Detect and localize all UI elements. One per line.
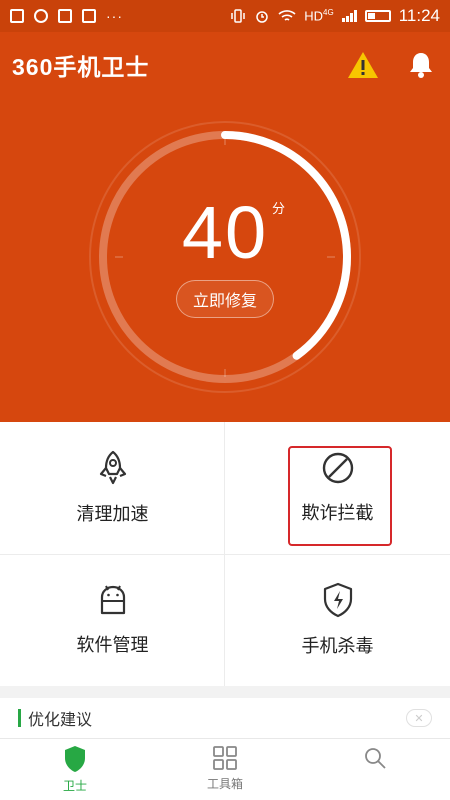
section-accent [18, 709, 21, 727]
warning-icon[interactable] [346, 48, 380, 82]
tab-toolbox[interactable]: 工具箱 [150, 745, 300, 792]
feature-label: 软件管理 [76, 635, 149, 655]
app-bar: 360手机卫士 [0, 32, 450, 98]
app-title: 360手机卫士 [12, 54, 150, 80]
section-gap [0, 686, 450, 698]
security-score: 40 [181, 191, 269, 274]
close-icon[interactable]: ✕ [406, 709, 432, 727]
rocket-icon [99, 450, 126, 485]
shield-icon [65, 746, 85, 772]
notification-icon [10, 9, 24, 23]
status-bar: ··· HD4G 11:24 [0, 0, 450, 32]
search-icon [365, 748, 386, 769]
tab-discover[interactable] [300, 745, 450, 775]
signal-icon [341, 10, 357, 22]
grid-icon [213, 746, 237, 770]
clock: 11:24 [398, 6, 440, 25]
image-icon [82, 9, 96, 23]
clean-speedup-item[interactable]: 清理加速 [0, 422, 225, 554]
feature-label: 手机杀毒 [301, 636, 374, 656]
tab-label: 卫士 [62, 779, 87, 793]
section-title: 优化建议 [28, 712, 93, 729]
antivirus-item[interactable]: 手机杀毒 [225, 554, 450, 686]
security-score-panel: 360手机卫士 40 分 立即修复 [0, 32, 450, 422]
fix-now-button[interactable]: 立即修复 [176, 280, 274, 318]
network-type: HD4G [304, 8, 334, 24]
gallery-icon [58, 9, 72, 23]
feature-grid: 清理加速 欺诈拦截 软件管理 手机杀毒 [0, 422, 450, 686]
more-notifications: ··· [106, 8, 123, 24]
software-management-item[interactable]: 软件管理 [0, 554, 225, 686]
shield-bolt-icon [323, 582, 352, 618]
alarm-icon [256, 11, 269, 23]
bottom-tab-bar: 卫士 工具箱 [0, 738, 450, 800]
battery-icon [364, 10, 391, 22]
vibrate-icon [231, 9, 246, 23]
wifi-icon [278, 10, 296, 21]
android-icon [100, 585, 125, 615]
bell-icon[interactable] [404, 48, 438, 82]
app-notification-icon [34, 9, 48, 23]
feature-label: 清理加速 [76, 504, 149, 524]
tab-guard[interactable]: 卫士 [0, 745, 150, 794]
score-unit: 分 [272, 201, 286, 216]
highlight-box [288, 446, 392, 546]
score-dial: 40 分 立即修复 [80, 112, 370, 402]
tab-label: 工具箱 [206, 777, 243, 791]
optimization-suggestions-header: 优化建议 ✕ [0, 698, 450, 738]
